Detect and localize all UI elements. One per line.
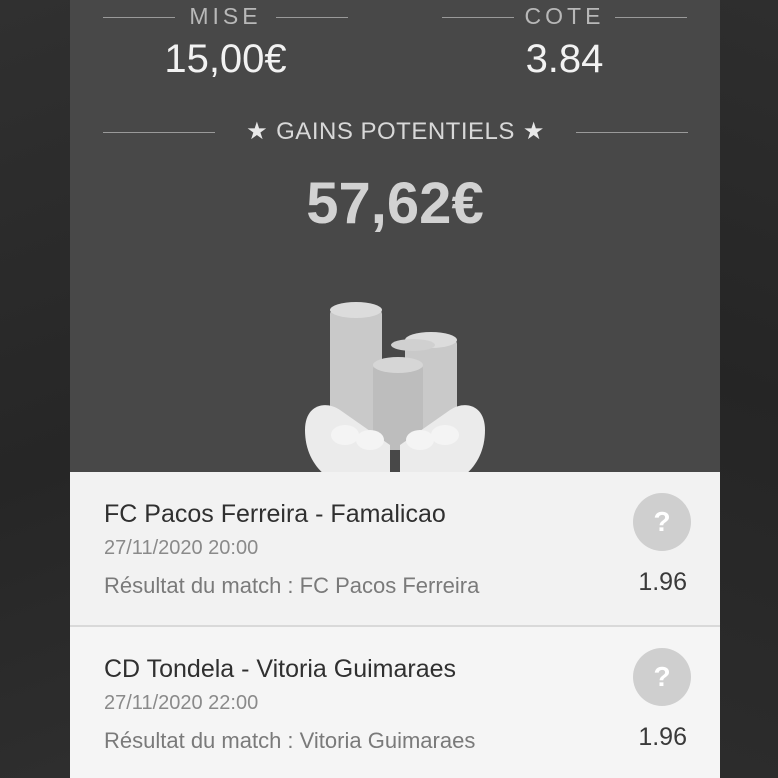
match-datetime: 27/11/2020 20:00 (104, 537, 259, 559)
background-right (720, 0, 778, 778)
question-mark-icon: ? (633, 648, 691, 706)
bet-market-selection: Résultat du match : Vitoria Guimaraes (104, 728, 476, 753)
divider-line (615, 17, 687, 18)
odds-block: COTE 3.84 (442, 0, 687, 82)
match-name: FC Pacos Ferreira - Famalicao (104, 500, 446, 528)
bet-selection-item[interactable]: FC Pacos Ferreira - Famalicao 27/11/2020… (70, 472, 720, 627)
match-datetime: 27/11/2020 22:00 (104, 692, 259, 714)
divider-line (576, 132, 688, 133)
question-mark-icon: ? (633, 493, 691, 551)
potential-gains-label: GAINS POTENTIELS (276, 118, 515, 145)
bet-selection-list: FC Pacos Ferreira - Famalicao 27/11/2020… (70, 472, 720, 778)
stake-header: MISE (103, 0, 348, 34)
total-odds-value: 3.84 (525, 37, 604, 81)
bet-market-selection: Résultat du match : FC Pacos Ferreira (104, 573, 480, 598)
match-name: CD Tondela - Vitoria Guimaraes (104, 655, 457, 683)
bet-summary-card: MISE 15,00€ COTE 3.84 ★ GAINS POTENTIELS ★… (70, 0, 720, 778)
potential-gains-header: ★ GAINS POTENTIELS ★ (103, 112, 688, 152)
coins-in-hands-illustration (305, 302, 485, 475)
odds-header: COTE (442, 0, 687, 34)
selection-odds: 1.96 (638, 723, 687, 751)
potential-gains-value: 57,62€ (306, 171, 484, 236)
stake-value: 15,00€ (164, 37, 287, 81)
bet-selection-item[interactable]: CD Tondela - Vitoria Guimaraes 27/11/202… (70, 627, 720, 778)
divider-line (276, 17, 348, 18)
star-icon: ★ (246, 118, 269, 145)
selection-odds: 1.96 (638, 568, 687, 596)
background-left (0, 0, 70, 778)
star-icon: ★ (522, 118, 545, 145)
stake-block: MISE 15,00€ (103, 0, 348, 82)
